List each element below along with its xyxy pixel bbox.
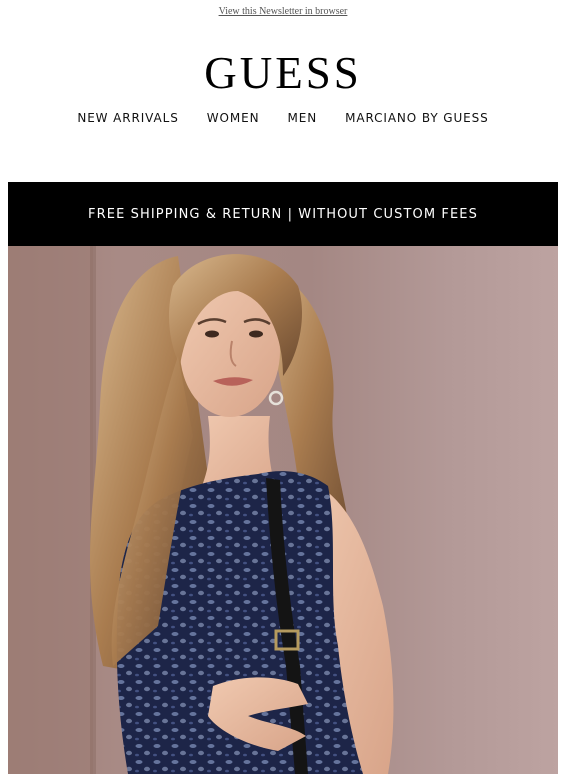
nav-item-women[interactable]: WOMEN	[207, 111, 260, 125]
nav-item-new-arrivals[interactable]: NEW ARRIVALS	[77, 111, 178, 125]
main-nav: NEW ARRIVALS WOMEN MEN MARCIANO BY GUESS	[0, 111, 566, 125]
hero-image[interactable]	[8, 246, 558, 774]
free-shipping-banner[interactable]: FREE SHIPPING & RETURN | WITHOUT CUSTOM …	[8, 182, 558, 246]
hero-photo-illustration	[8, 246, 394, 774]
guess-logo[interactable]: GUESS	[0, 48, 566, 98]
nav-item-marciano[interactable]: MARCIANO BY GUESS	[345, 111, 489, 125]
free-shipping-text: FREE SHIPPING & RETURN | WITHOUT CUSTOM …	[88, 206, 478, 222]
view-in-browser-link[interactable]: View this Newsletter in browser	[0, 6, 566, 17]
nav-item-men[interactable]: MEN	[287, 111, 317, 125]
